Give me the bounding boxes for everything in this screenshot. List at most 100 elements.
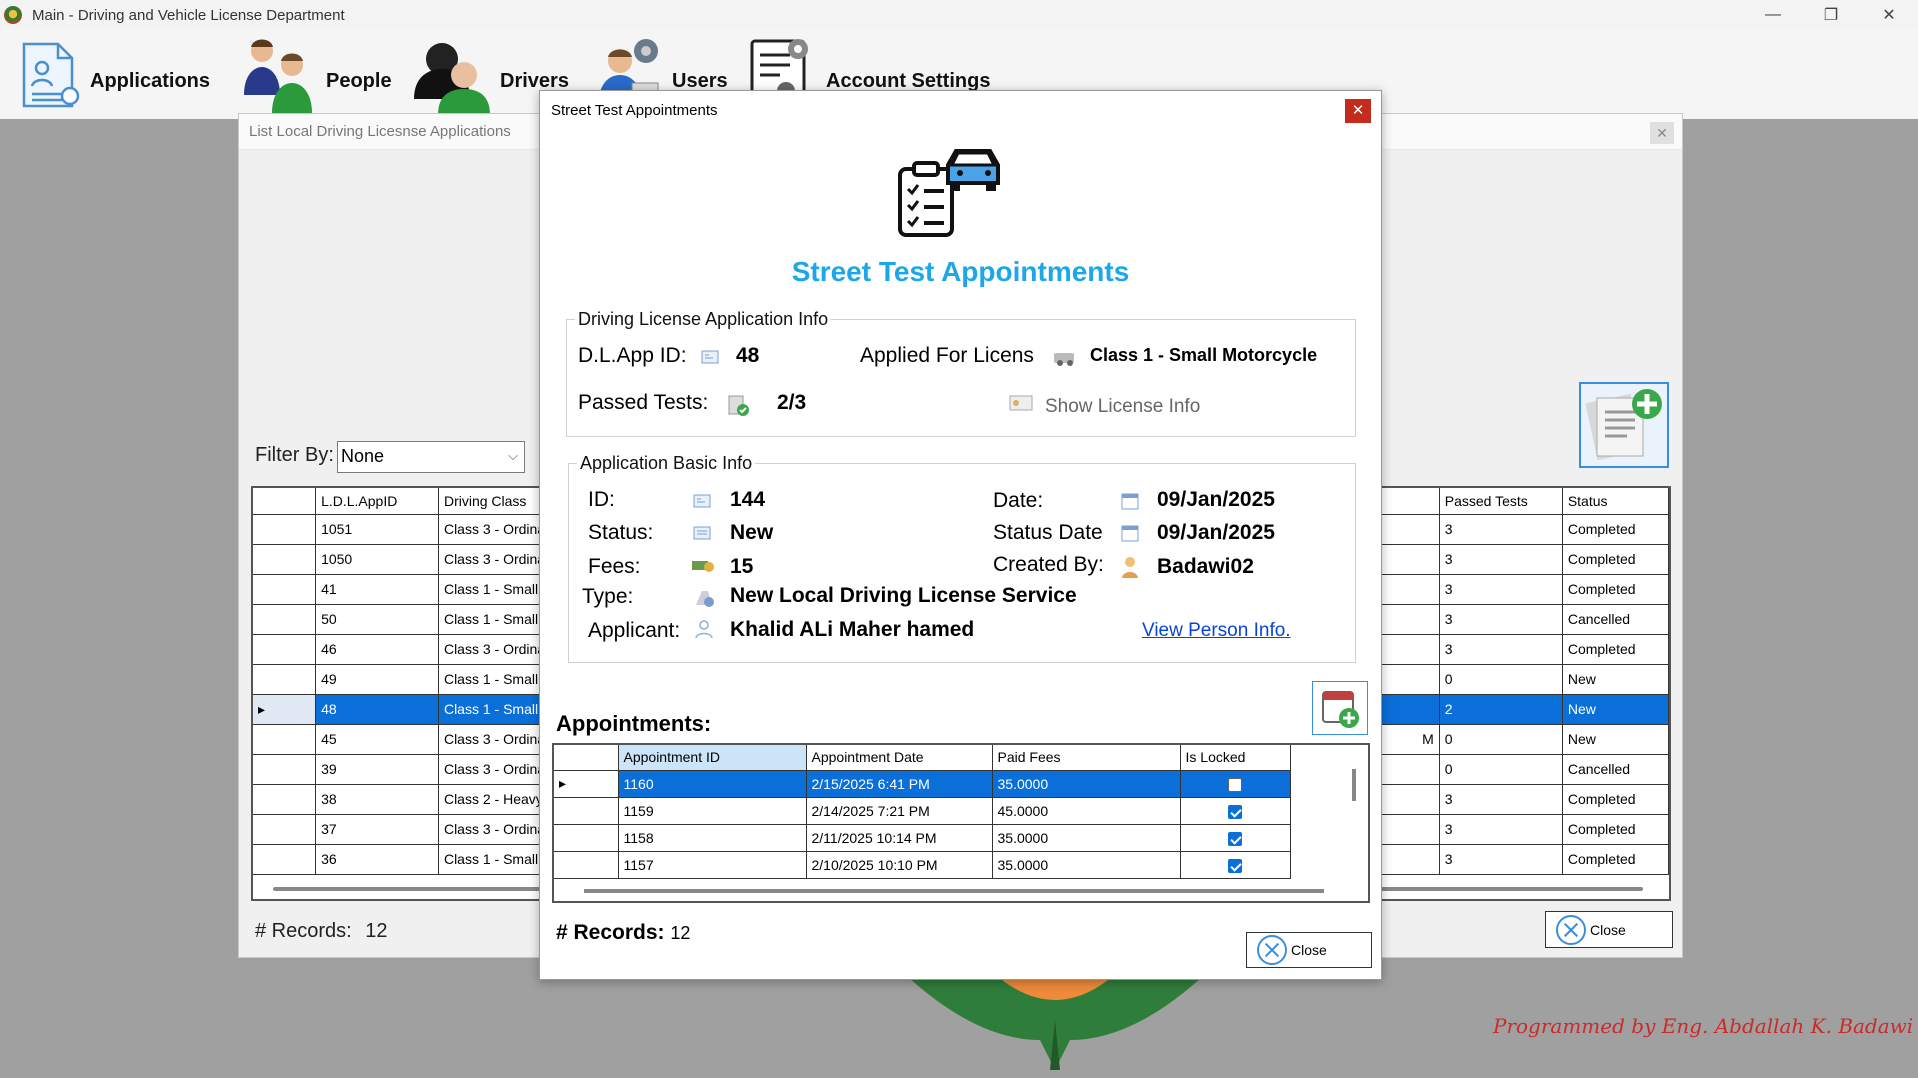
cell-is-locked[interactable] [1180,797,1291,825]
cell-is-locked[interactable] [1180,770,1291,798]
cell-status[interactable]: Completed [1562,844,1669,875]
list-form-close-x[interactable]: ✕ [1650,122,1674,144]
dialog-close-button[interactable]: Close [1246,932,1372,968]
appointment-row[interactable]: ▸ 1160 2/15/2025 6:41 PM 35.0000 [554,770,1291,798]
cell-ldl-app-id[interactable]: 1051 [315,514,439,545]
column-header-status[interactable]: Status [1562,488,1669,515]
cell-appointment-date[interactable]: 2/11/2025 10:14 PM [806,824,993,852]
row-header[interactable] [253,784,317,815]
column-header-ldl-app-id[interactable]: L.D.L.AppID [315,488,439,515]
row-header[interactable] [253,604,317,635]
appointments-vertical-scrollbar[interactable] [1352,769,1356,801]
cell-paid-fees[interactable]: 35.0000 [992,851,1181,879]
cell-status[interactable]: Completed [1562,514,1669,545]
restore-button[interactable]: ❐ [1802,0,1860,30]
row-header[interactable] [253,814,317,845]
appointment-row-header[interactable] [554,851,619,879]
cell-ldl-app-id[interactable]: 48 [315,694,439,725]
cell-status[interactable]: New [1562,694,1669,725]
column-header-paid-fees[interactable]: Paid Fees [992,745,1181,771]
cell-passed-tests[interactable]: 3 [1439,784,1563,815]
appointment-row-header[interactable] [554,824,619,852]
cell-paid-fees[interactable]: 35.0000 [992,770,1181,798]
cell-passed-tests[interactable]: 3 [1439,814,1563,845]
appointment-row[interactable]: 1157 2/10/2025 10:10 PM 35.0000 [554,851,1291,879]
row-header[interactable] [253,544,317,575]
cell-status[interactable]: New [1562,724,1669,755]
cell-appointment-date[interactable]: 2/14/2025 7:21 PM [806,797,993,825]
column-header-passed-tests[interactable]: Passed Tests [1439,488,1563,515]
cell-ldl-app-id[interactable]: 41 [315,574,439,605]
cell-is-locked[interactable] [1180,824,1291,852]
cell-passed-tests[interactable]: 3 [1439,514,1563,545]
cell-ldl-app-id[interactable]: 1050 [315,544,439,575]
cell-passed-tests[interactable]: 3 [1439,604,1563,635]
cell-appointment-id[interactable]: 1160 [618,770,807,798]
dialog-close-x-button[interactable]: ✕ [1345,99,1371,123]
appointments-grid[interactable]: Appointment ID Appointment Date Paid Fee… [552,743,1370,903]
add-appointment-button[interactable] [1312,681,1368,735]
row-header[interactable] [253,724,317,755]
cell-appointment-id[interactable]: 1159 [618,797,807,825]
cell-passed-tests[interactable]: 3 [1439,844,1563,875]
is-locked-checkbox[interactable] [1228,858,1242,873]
cell-status[interactable]: New [1562,664,1669,695]
cell-status[interactable]: Cancelled [1562,754,1669,785]
appointments-horizontal-scrollbar[interactable] [584,889,1324,893]
cell-status[interactable]: Completed [1562,784,1669,815]
show-license-info-link[interactable]: Show License Info [1045,396,1200,418]
cell-status[interactable]: Completed [1562,814,1669,845]
cell-appointment-date[interactable]: 2/15/2025 6:41 PM [806,770,993,798]
is-locked-checkbox[interactable] [1228,831,1242,846]
cell-appointment-id[interactable]: 1158 [618,824,807,852]
add-application-button[interactable] [1579,382,1669,468]
row-header[interactable]: ▸ [253,694,317,725]
minimize-button[interactable]: — [1744,0,1802,30]
cell-passed-tests[interactable]: 0 [1439,754,1563,785]
cell-status[interactable]: Completed [1562,634,1669,665]
cell-passed-tests[interactable]: 0 [1439,724,1563,755]
row-header[interactable] [253,844,317,875]
filter-select[interactable]: None ⌵ [337,441,525,473]
menu-item-applications[interactable]: Applications [18,30,210,119]
appointment-row-header[interactable] [554,797,619,825]
cell-ldl-app-id[interactable]: 50 [315,604,439,635]
window-close-button[interactable]: ✕ [1860,0,1918,30]
cell-ldl-app-id[interactable]: 36 [315,844,439,875]
view-person-info-link[interactable]: View Person Info. [1142,620,1291,642]
column-header-appointment-id[interactable]: Appointment ID [618,745,807,771]
cell-ldl-app-id[interactable]: 46 [315,634,439,665]
appointment-row[interactable]: 1159 2/14/2025 7:21 PM 45.0000 [554,797,1291,825]
cell-status[interactable]: Completed [1562,574,1669,605]
cell-passed-tests[interactable]: 2 [1439,694,1563,725]
cell-paid-fees[interactable]: 45.0000 [992,797,1181,825]
cell-is-locked[interactable] [1180,851,1291,879]
cell-status[interactable]: Cancelled [1562,604,1669,635]
cell-paid-fees[interactable]: 35.0000 [992,824,1181,852]
cell-passed-tests[interactable]: 3 [1439,574,1563,605]
column-header-is-locked[interactable]: Is Locked [1180,745,1291,771]
row-header[interactable] [253,664,317,695]
is-locked-checkbox[interactable] [1228,777,1242,792]
cell-ldl-app-id[interactable]: 49 [315,664,439,695]
row-header[interactable] [253,634,317,665]
row-header[interactable] [253,754,317,785]
cell-passed-tests[interactable]: 3 [1439,544,1563,575]
menu-item-people[interactable]: People [240,30,392,119]
cell-ldl-app-id[interactable]: 45 [315,724,439,755]
is-locked-checkbox[interactable] [1228,804,1242,819]
list-close-button[interactable]: Close [1545,911,1673,948]
cell-appointment-date[interactable]: 2/10/2025 10:10 PM [806,851,993,879]
appointment-row[interactable]: 1158 2/11/2025 10:14 PM 35.0000 [554,824,1291,852]
row-header[interactable] [253,514,317,545]
appointment-row-header[interactable]: ▸ [554,770,619,798]
cell-ldl-app-id[interactable]: 37 [315,814,439,845]
cell-ldl-app-id[interactable]: 39 [315,754,439,785]
cell-passed-tests[interactable]: 0 [1439,664,1563,695]
cell-appointment-id[interactable]: 1157 [618,851,807,879]
cell-ldl-app-id[interactable]: 38 [315,784,439,815]
row-header[interactable] [253,574,317,605]
cell-passed-tests[interactable]: 3 [1439,634,1563,665]
cell-status[interactable]: Completed [1562,544,1669,575]
column-header-appointment-date[interactable]: Appointment Date [806,745,993,771]
